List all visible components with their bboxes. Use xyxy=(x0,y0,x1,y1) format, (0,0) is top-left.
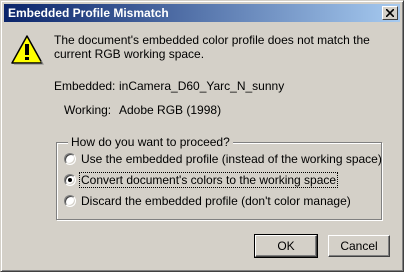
option-use-embedded-label: Use the embedded profile (instead of the… xyxy=(81,152,382,166)
proceed-group-label: How do you want to proceed? xyxy=(68,135,233,149)
radio-discard[interactable] xyxy=(64,195,76,207)
ok-button[interactable]: OK xyxy=(254,234,318,258)
radio-use-embedded[interactable] xyxy=(64,153,76,165)
mismatch-message: The document's embedded color profile do… xyxy=(54,33,370,61)
radio-convert[interactable] xyxy=(64,174,76,186)
title-bar: Embedded Profile Mismatch xyxy=(4,4,400,22)
working-space-value: Adobe RGB (1998) xyxy=(119,103,222,117)
embedded-label: Embedded: xyxy=(54,79,116,93)
close-button[interactable] xyxy=(382,6,398,20)
dialog-title: Embedded Profile Mismatch xyxy=(8,6,169,20)
option-discard-label: Discard the embedded profile (don't colo… xyxy=(81,194,351,208)
option-convert-label: Convert document's colors to the working… xyxy=(78,172,339,188)
embedded-profile-value: inCamera_D60_Yarc_N_sunny xyxy=(119,79,285,93)
close-icon xyxy=(386,9,394,17)
cancel-button[interactable]: Cancel xyxy=(328,235,390,257)
working-label: Working: xyxy=(64,103,112,117)
warning-icon xyxy=(11,35,44,65)
